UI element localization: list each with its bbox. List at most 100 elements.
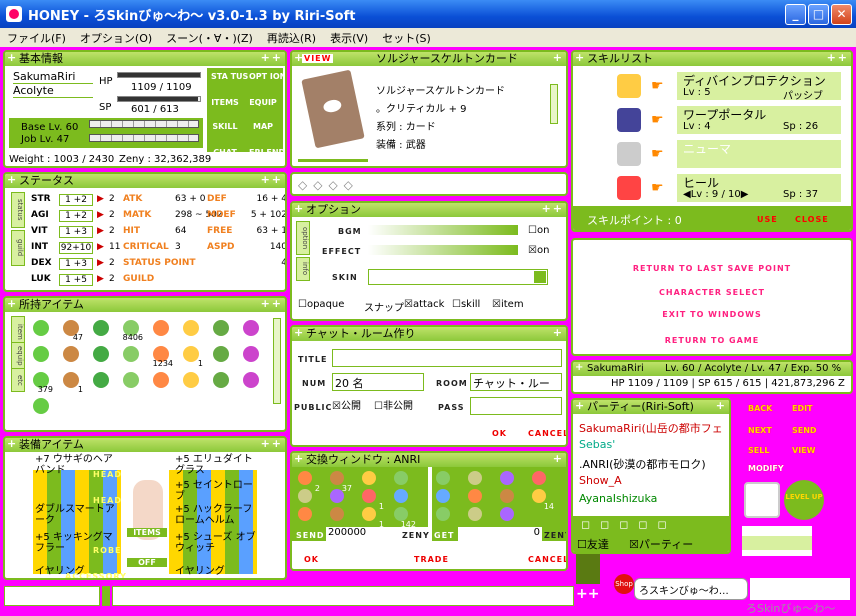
inventory-item[interactable] bbox=[89, 370, 113, 394]
party-member-3[interactable]: .ANRI(砂漠の都市モロク) bbox=[579, 456, 706, 472]
equip-shortcut[interactable]: EQUIP bbox=[249, 98, 277, 107]
chat-room-header[interactable]: チャット・ルーム作り+ bbox=[292, 327, 566, 341]
inventory-item[interactable] bbox=[149, 318, 173, 342]
maximize-button[interactable]: □ bbox=[808, 4, 829, 25]
stat-up-button[interactable]: ▶ bbox=[97, 210, 104, 220]
equip-shield[interactable]: +5 ハックラーフロームヘルム bbox=[175, 504, 259, 526]
card-slot-icons[interactable]: ◇◇◇◇ bbox=[298, 178, 359, 192]
party-member-5[interactable]: AyanaIshizuka bbox=[579, 492, 657, 505]
inventory-item[interactable]: 1 bbox=[59, 370, 83, 394]
stat-up-button[interactable]: ▶ bbox=[97, 258, 104, 268]
next-button[interactable]: NEXT bbox=[748, 426, 772, 435]
tab-guild[interactable]: guild bbox=[11, 230, 25, 266]
trade-button[interactable]: TRADE bbox=[414, 555, 449, 564]
trade-get-item[interactable] bbox=[434, 507, 458, 531]
chat-message-input[interactable] bbox=[112, 586, 574, 606]
skill-checkbox[interactable]: ☐skill bbox=[452, 299, 480, 310]
trade-header[interactable]: 交換ウィンドウ : ANRI+ bbox=[292, 453, 566, 467]
items-header[interactable]: 所持アイテム++ bbox=[5, 298, 285, 312]
menu-view[interactable]: 表示(V) bbox=[323, 30, 375, 46]
equip-weapon[interactable]: ダブルスマートアーク bbox=[35, 504, 119, 526]
tab-etc[interactable]: etc bbox=[11, 368, 25, 392]
basic-info-header[interactable]: 基本情報++ bbox=[5, 52, 285, 66]
menu-soon[interactable]: スーン(・∀・)(Z) bbox=[159, 30, 260, 46]
skill-row[interactable]: ☛ ディバインプロテクション Lv : 5 パッシブ bbox=[573, 70, 851, 102]
modify-button[interactable]: MODIFY bbox=[748, 464, 784, 473]
view-label[interactable]: VIEW bbox=[302, 54, 334, 63]
skill-close-button[interactable]: CLOSE bbox=[795, 215, 829, 224]
character-select[interactable]: CHARACTER SELECT bbox=[573, 288, 851, 297]
title-bar[interactable]: HONEY - ろSkinびゅ〜わ〜 v3.0-1.3 by Riri-Soft… bbox=[0, 0, 856, 28]
stat-up-button[interactable]: ▶ bbox=[97, 242, 104, 252]
party-tool-icons[interactable]: ◻◻◻◻◻ bbox=[581, 518, 677, 531]
stat-up-button[interactable]: ▶ bbox=[97, 194, 104, 204]
skill-row[interactable]: ☛ ニューマ bbox=[573, 138, 851, 170]
opaque-checkbox[interactable]: ☐opaque bbox=[298, 299, 344, 310]
equip-armor[interactable]: +5 セイントローブ bbox=[175, 480, 259, 502]
equip-header[interactable]: 装備アイテム++ bbox=[5, 438, 285, 452]
back-button[interactable]: BACK bbox=[748, 404, 772, 413]
tab-option[interactable]: option bbox=[296, 221, 310, 255]
trade-get-item[interactable]: 14 bbox=[530, 489, 554, 513]
inventory-item[interactable]: 379 bbox=[29, 370, 53, 394]
view-button[interactable]: VIEW bbox=[792, 446, 815, 455]
inventory-item[interactable] bbox=[179, 370, 203, 394]
items-scrollbar[interactable] bbox=[273, 318, 281, 404]
party-member-2[interactable]: Sebas' bbox=[579, 438, 615, 451]
effect-on[interactable]: ☒on bbox=[528, 245, 549, 256]
stat-up-button[interactable]: ▶ bbox=[97, 226, 104, 236]
party-member-4[interactable]: Show_A bbox=[579, 474, 622, 487]
skin-select[interactable] bbox=[368, 269, 548, 285]
inventory-item[interactable] bbox=[29, 344, 53, 368]
inventory-item[interactable] bbox=[59, 344, 83, 368]
inventory-item[interactable] bbox=[239, 344, 263, 368]
chat-cancel-button[interactable]: CANCEL bbox=[528, 429, 566, 438]
inventory-item[interactable] bbox=[29, 396, 53, 420]
skill-row[interactable]: ☛ ワープポータル Lv : 4 Sp : 26 bbox=[573, 104, 851, 136]
card-scrollbar[interactable] bbox=[550, 84, 558, 124]
close-button[interactable]: ✕ bbox=[831, 4, 852, 25]
option-header[interactable]: オプション++ bbox=[292, 203, 566, 217]
inventory-item[interactable] bbox=[119, 344, 143, 368]
inventory-item[interactable] bbox=[209, 344, 233, 368]
skill-row[interactable]: ☛ ヒール ◀Lv : 9 / 10▶ Sp : 37 bbox=[573, 172, 851, 204]
skill-list-header[interactable]: スキルリスト++ bbox=[573, 52, 851, 66]
option-shortcut[interactable]: OPT ION bbox=[249, 72, 285, 81]
menu-set[interactable]: セット(S) bbox=[375, 30, 438, 46]
status-header[interactable]: ステータス++ bbox=[5, 174, 285, 188]
inventory-item[interactable] bbox=[149, 370, 173, 394]
inventory-item[interactable] bbox=[209, 370, 233, 394]
inventory-item[interactable]: 47 bbox=[59, 318, 83, 342]
tab-equip[interactable]: equip bbox=[11, 342, 25, 370]
trade-send-item[interactable] bbox=[296, 507, 320, 531]
inventory-item[interactable] bbox=[239, 318, 263, 342]
bgm-on[interactable]: ☐on bbox=[528, 225, 549, 236]
party-header[interactable]: パーティー(Riri-Soft)+ bbox=[573, 400, 729, 414]
friends-checkbox[interactable]: ☐友達 bbox=[577, 536, 609, 552]
chat-ok-button[interactable]: OK bbox=[492, 429, 507, 438]
sell-button[interactable]: SELL bbox=[748, 446, 769, 455]
item-checkbox[interactable]: ☒item bbox=[492, 299, 524, 310]
friend-shortcut[interactable]: FRI END bbox=[249, 148, 285, 157]
equip-head-mid[interactable]: +5 エリュダイトグラス bbox=[175, 454, 259, 476]
menu-reload[interactable]: 再読込(R) bbox=[260, 30, 323, 46]
num-select[interactable]: 20 名 bbox=[332, 373, 424, 391]
chat-target-input[interactable] bbox=[4, 586, 100, 606]
menu-file[interactable]: ファイル(F) bbox=[0, 30, 73, 46]
skill-shortcut[interactable]: SKILL bbox=[211, 122, 239, 131]
equip-accessory-right[interactable]: イヤリング bbox=[175, 562, 259, 577]
inventory-item[interactable]: 1 bbox=[179, 344, 203, 368]
return-to-game[interactable]: RETURN TO GAME bbox=[573, 336, 851, 345]
off-toggle[interactable]: OFF bbox=[127, 558, 167, 567]
chat-expand-icons[interactable]: ++ bbox=[576, 586, 599, 602]
inventory-item[interactable]: 1234 bbox=[149, 344, 173, 368]
bgm-slider[interactable] bbox=[368, 225, 518, 235]
inventory-item[interactable] bbox=[29, 318, 53, 342]
shop-icon[interactable]: Shop bbox=[614, 574, 634, 594]
items-toggle[interactable]: ITEMS bbox=[127, 528, 167, 537]
pass-input[interactable] bbox=[470, 397, 562, 415]
status-shortcut[interactable]: STA TUS bbox=[211, 72, 248, 81]
level-up-button[interactable]: LEVEL UP bbox=[784, 480, 824, 520]
private-checkbox[interactable]: ☐非公開 bbox=[374, 397, 413, 412]
equip-shoes[interactable]: +5 シューズ オブウィッチ bbox=[175, 532, 259, 554]
